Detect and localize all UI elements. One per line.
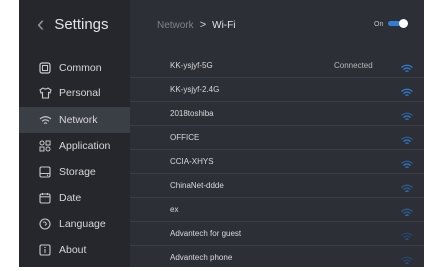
sidebar: ‹ Settings Common Personal Network Appli… xyxy=(19,0,130,267)
network-name: Advantech phone xyxy=(170,253,233,262)
main-panel: Network > Wi-Fi On KK-ysjyf-5G Connected… xyxy=(130,0,424,267)
network-row[interactable]: ChinaNet-ddde xyxy=(130,174,424,198)
header-bar: Network > Wi-Fi On xyxy=(130,0,424,48)
sidebar-item-label: Date xyxy=(59,192,82,204)
chevron-left-icon[interactable]: ‹ xyxy=(37,13,44,35)
sidebar-item-label: Application xyxy=(59,140,111,152)
wifi-signal-icon xyxy=(401,253,413,264)
square-icon xyxy=(38,61,52,75)
network-row[interactable]: Advantech for guest xyxy=(130,222,424,246)
storage-icon xyxy=(38,165,52,179)
sidebar-item-label: Network xyxy=(59,114,98,126)
wifi-signal-icon xyxy=(401,205,413,216)
wifi-toggle-label: On xyxy=(374,21,384,28)
network-name: KK-ysjyf-2.4G xyxy=(170,85,220,94)
sidebar-header: ‹ Settings xyxy=(19,0,130,48)
network-name: ex xyxy=(170,205,179,214)
network-name: ChinaNet-ddde xyxy=(170,181,224,190)
network-name: OFFICE xyxy=(170,133,200,142)
network-row[interactable]: KK-ysjyf-2.4G xyxy=(130,78,424,102)
network-name: Advantech for guest xyxy=(170,229,242,238)
network-row[interactable]: KK-ysjyf-5G Connected xyxy=(130,54,424,78)
wifi-signal-icon xyxy=(401,109,413,120)
breadcrumb-separator: > xyxy=(199,19,207,31)
network-row[interactable]: 2018toshiba xyxy=(130,102,424,126)
sidebar-item-label: Language xyxy=(59,218,106,230)
network-name: CCIA-XHYS xyxy=(170,157,214,166)
sidebar-item-label: Storage xyxy=(59,166,96,178)
toggle-knob xyxy=(399,19,408,28)
wifi-signal-icon xyxy=(401,85,413,96)
wifi-signal-icon xyxy=(401,61,413,72)
sidebar-item-label: Personal xyxy=(59,87,101,99)
wifi-signal-icon xyxy=(401,229,413,240)
apps-grid-icon xyxy=(38,139,52,153)
settings-window: ‹ Settings Common Personal Network Appli… xyxy=(19,0,424,267)
network-row[interactable]: CCIA-XHYS xyxy=(130,150,424,174)
calendar-icon xyxy=(38,191,52,205)
network-name: KK-ysjyf-5G xyxy=(170,61,213,70)
breadcrumb-network[interactable]: Network xyxy=(157,20,194,31)
info-icon xyxy=(38,243,52,257)
breadcrumb: Network > Wi-Fi xyxy=(157,19,235,31)
wifi-signal-icon xyxy=(401,133,413,144)
wifi-toggle[interactable] xyxy=(388,19,408,28)
sidebar-item-storage[interactable]: Storage xyxy=(19,159,130,185)
sidebar-item-network[interactable]: Network xyxy=(19,107,130,133)
shirt-icon xyxy=(38,86,52,100)
wifi-signal-icon xyxy=(401,181,413,192)
sidebar-item-label: Common xyxy=(59,62,102,74)
wifi-signal-icon xyxy=(401,157,413,168)
sidebar-item-about[interactable]: About xyxy=(19,237,130,263)
sidebar-item-application[interactable]: Application xyxy=(19,133,130,159)
sidebar-item-common[interactable]: Common xyxy=(19,55,130,81)
breadcrumb-wifi: Wi-Fi xyxy=(212,19,236,31)
sidebar-item-label: About xyxy=(59,244,87,256)
settings-title: Settings xyxy=(54,15,109,33)
sidebar-item-personal[interactable]: Personal xyxy=(19,80,130,106)
connection-status: Connected xyxy=(334,61,373,70)
network-row[interactable]: Advantech phone xyxy=(130,246,424,267)
sidebar-item-date[interactable]: Date xyxy=(19,185,130,211)
sidebar-item-language[interactable]: Language xyxy=(19,211,130,237)
network-row[interactable]: OFFICE xyxy=(130,126,424,150)
wifi-icon xyxy=(38,113,52,127)
globe-icon xyxy=(38,217,52,231)
network-name: 2018toshiba xyxy=(170,109,214,118)
network-row[interactable]: ex xyxy=(130,198,424,222)
